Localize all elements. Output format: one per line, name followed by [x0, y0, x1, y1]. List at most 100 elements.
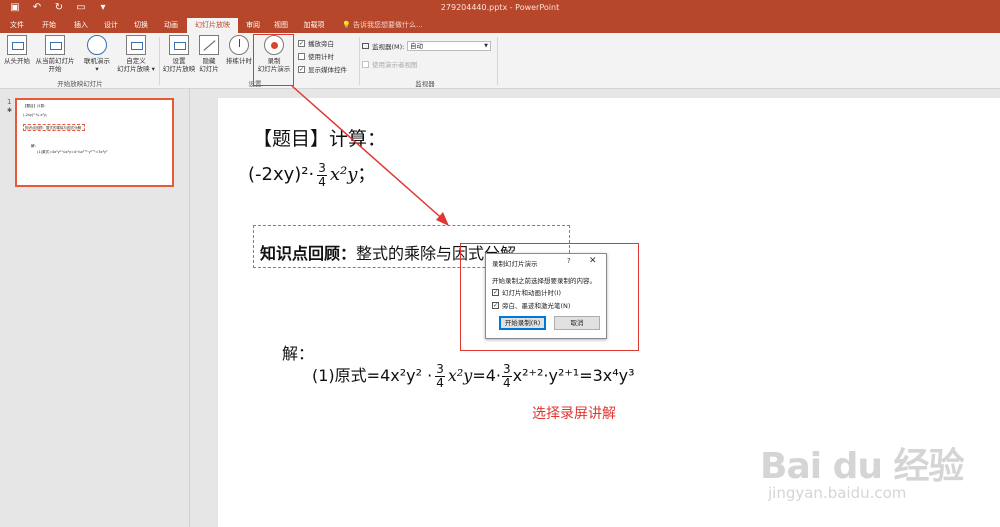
custom-show-button[interactable]: 自定义 幻灯片放映 ▾ — [116, 35, 156, 73]
fraction: 34 — [435, 363, 445, 390]
group-label-start: 开始放映幻灯片 — [57, 80, 103, 88]
solution-variable: x²y — [447, 366, 473, 385]
thumb-review: 知识点回顾：整式的乘除与因式分解 — [25, 126, 81, 130]
monitor-label: 监视器(M): — [372, 43, 405, 51]
expr-prefix: (-2xy)²· — [248, 164, 315, 185]
show-media-controls-checkbox[interactable]: ✓ 显示媒体控件 — [298, 64, 347, 74]
slide-thumbnail[interactable]: 【题目】计算： (-2xy)²·¾ x²y； 知识点回顾：整式的乘除与因式分解 … — [15, 98, 174, 187]
fraction: 34 — [502, 363, 512, 390]
globe-icon — [87, 35, 107, 55]
thumb-solution-label: 解： — [31, 144, 38, 148]
tell-me-search[interactable]: 💡 告诉我您想要做什么... — [342, 18, 423, 33]
from-current-button[interactable]: 从当前幻灯片 开始 — [34, 35, 76, 73]
help-icon[interactable]: ? — [567, 257, 571, 265]
solution-line: (1)原式=4x²y² · 3 4 x²y=4· 3 4 x²⁺²·y²⁺¹=3x⁴y³ — [312, 362, 635, 390]
slide-expression: (-2xy)²· 3 4 x²y； — [248, 160, 375, 189]
play-narrations-checkbox[interactable]: ✓ 播放旁白 — [298, 38, 334, 48]
tab-home[interactable]: 开始 — [36, 18, 62, 33]
group-separator — [497, 37, 498, 85]
checkbox-checked: ✓ — [492, 301, 499, 309]
baidu-watermark-url: jingyan.baidu.com — [768, 484, 907, 502]
tab-file[interactable]: 文件 — [4, 18, 30, 33]
custom-show-label-2: 幻灯片放映 ▾ — [117, 65, 155, 73]
thumb-solution: (1)原式=4x²y²·¾x²y=4·¾x²⁺²·y²⁺¹=3x⁴y³ — [37, 150, 108, 154]
dialog-message: 开始录制之前选择想要录制的内容。 — [492, 277, 596, 285]
checkbox-unchecked — [298, 52, 305, 60]
rehearse-label: 排练计时 — [226, 57, 252, 65]
present-online-label: 联机演示 — [84, 57, 110, 65]
from-beginning-label: 从头开始 — [4, 57, 30, 65]
group-separator — [359, 37, 360, 85]
rehearse-timings-button[interactable]: 排练计时 — [224, 35, 254, 65]
presenter-view-checkbox[interactable]: 使用演示者视图 — [362, 59, 418, 69]
window-title: 279204440.pptx - PowerPoint — [440, 3, 560, 12]
tab-transitions[interactable]: 切换 — [128, 18, 154, 33]
animation-star-icon: ✱ — [7, 107, 13, 114]
use-timings-label: 使用计时 — [308, 53, 334, 61]
fraction: 34 — [317, 161, 327, 189]
hide-slide-label-2: 幻灯片 — [199, 65, 219, 73]
slide-number: 1 — [7, 98, 12, 106]
setup-show-label-1: 设置 — [172, 57, 186, 65]
fraction-denominator: 4 — [318, 174, 326, 189]
expr-variable: x²y — [329, 164, 358, 185]
monitor-select[interactable]: 自动 ▼ — [407, 41, 491, 51]
tab-design[interactable]: 设计 — [98, 18, 124, 33]
record-dialog: 录制幻灯片演示 ? ✕ 开始录制之前选择想要录制的内容。 ✓ 幻灯片和动画计时(… — [485, 253, 607, 339]
close-icon[interactable]: ✕ — [589, 256, 597, 266]
review-bold: 知识点回顾： — [260, 244, 357, 263]
tab-animations[interactable]: 动画 — [158, 18, 184, 33]
present-online-dropdown: ▾ — [95, 65, 99, 73]
monitor-icon — [362, 43, 369, 49]
use-timings-checkbox[interactable]: 使用计时 — [298, 51, 334, 61]
dialog-title: 录制幻灯片演示 — [492, 260, 538, 268]
tab-view[interactable]: 视图 — [270, 18, 292, 33]
hide-slide-label-1: 隐藏 — [202, 57, 216, 65]
play-narrations-label: 播放旁白 — [308, 40, 334, 48]
stopwatch-icon — [229, 35, 249, 55]
checkbox-unchecked — [362, 60, 369, 68]
cancel-button[interactable]: 取消 — [554, 316, 600, 330]
lightbulb-icon: 💡 — [342, 21, 351, 29]
present-online-button[interactable]: 联机演示 ▾ — [81, 35, 113, 73]
ribbon: 从头开始 从当前幻灯片 开始 联机演示 ▾ 自定义 幻灯片放映 ▾ 开始放映幻灯… — [0, 33, 1000, 89]
caption-text: 选择录屏讲解 — [532, 406, 616, 422]
title-bar: ▣ ↶ ↻ ▭ ▾ 279204440.pptx - PowerPoint — [0, 0, 1000, 18]
group-label-monitor: 监视器 — [415, 80, 435, 88]
narrations-checkbox[interactable]: ✓ 旁白、墨迹和激光笔(N) — [492, 300, 570, 310]
timings-checkbox[interactable]: ✓ 幻灯片和动画计时(I) — [492, 287, 561, 297]
tab-insert[interactable]: 插入 — [68, 18, 94, 33]
ribbon-tabs: 文件 开始 插入 设计 切换 动画 幻灯片放映 审阅 视图 加载项 💡 告诉我您… — [0, 18, 1000, 33]
group-separator — [159, 37, 160, 85]
solution-part-b: =4· — [472, 366, 501, 385]
fraction-numerator: 3 — [435, 362, 445, 377]
thumb-title: 【题目】计算： — [23, 104, 48, 108]
hide-slide-button[interactable]: 隐藏 幻灯片 — [196, 35, 222, 73]
timings-label: 幻灯片和动画计时(I) — [502, 289, 561, 297]
solution-label: 解： — [282, 344, 315, 363]
start-recording-button[interactable]: 开始录制(R) — [499, 316, 546, 330]
baidu-watermark: Bai du 经验 — [760, 446, 965, 487]
custom-show-label-1: 自定义 — [126, 57, 146, 65]
slide-title: 【题目】计算： — [253, 128, 387, 150]
fraction-denominator: 4 — [503, 376, 511, 390]
projector-current-icon — [45, 35, 65, 55]
setup-slide-show-button[interactable]: 设置 幻灯片放映 — [162, 35, 196, 73]
tab-review[interactable]: 审阅 — [242, 18, 264, 33]
checkbox-checked: ✓ — [298, 65, 305, 73]
expr-suffix: ； — [357, 164, 376, 185]
fraction-denominator: 4 — [436, 376, 444, 390]
tab-slide-show[interactable]: 幻灯片放映 — [187, 18, 238, 33]
hide-slide-icon — [199, 35, 219, 55]
narrations-label: 旁白、墨迹和激光笔(N) — [502, 302, 571, 310]
thumb-expr: (-2xy)²·¾ x²y； — [23, 113, 50, 117]
checkbox-checked: ✓ — [492, 288, 499, 296]
solution-part-c: x²⁺²·y²⁺¹=3x⁴y³ — [512, 366, 635, 385]
monitor-select-value: 自动 — [410, 42, 423, 50]
tab-addins[interactable]: 加载项 — [300, 18, 328, 33]
from-current-label-1: 从当前幻灯片 — [35, 57, 75, 65]
chevron-down-icon: ▼ — [484, 43, 488, 49]
from-beginning-button[interactable]: 从头开始 — [2, 35, 32, 65]
fraction-numerator: 3 — [502, 362, 512, 377]
setup-show-icon — [169, 35, 189, 55]
